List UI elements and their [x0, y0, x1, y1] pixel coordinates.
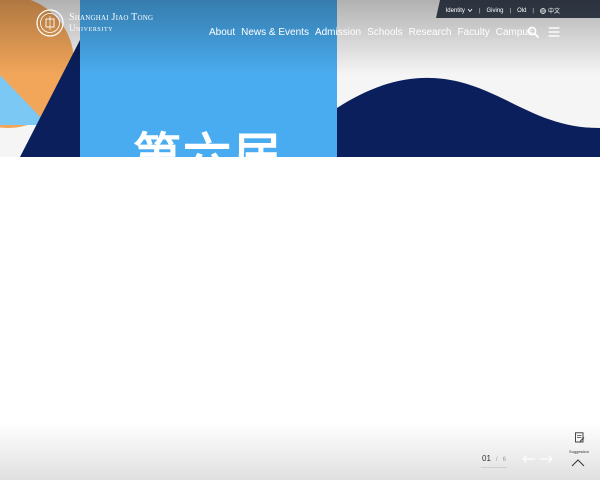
- old-site-link[interactable]: Old: [517, 8, 526, 14]
- pager-progress: [481, 467, 507, 468]
- identity-dropdown[interactable]: Identity: [446, 8, 473, 14]
- divider: |: [532, 7, 534, 14]
- divider: |: [478, 7, 481, 14]
- language-label: 中文: [547, 9, 560, 15]
- arrow-right-icon[interactable]: [539, 454, 553, 464]
- pager-current: 01: [482, 454, 491, 463]
- pager-separator: /: [495, 457, 498, 463]
- giving-link[interactable]: Giving: [487, 8, 504, 14]
- university-logo[interactable]: Shanghai Jiao Tong University: [36, 9, 153, 37]
- logo-line2: University: [69, 23, 114, 33]
- nav-schools[interactable]: Schools: [367, 27, 403, 38]
- search-icon[interactable]: [527, 26, 539, 38]
- suggestion-label: Suggestion: [568, 449, 589, 454]
- globe-icon: [540, 7, 546, 14]
- logo-wordmark: Shanghai Jiao Tong University: [69, 12, 154, 34]
- identity-label: Identity: [445, 7, 465, 14]
- main-nav: About News & Events Admission Schools Re…: [209, 27, 539, 38]
- nav-news-events[interactable]: News & Events: [241, 27, 309, 38]
- slide-pager: 01 / 6: [482, 454, 506, 463]
- language-switch[interactable]: 中文: [540, 6, 560, 15]
- nav-faculty[interactable]: Faculty: [457, 27, 489, 38]
- nav-about[interactable]: About: [209, 27, 235, 38]
- menu-icon[interactable]: [548, 26, 560, 38]
- nav-research[interactable]: Research: [409, 27, 452, 38]
- chevron-down-icon: [467, 8, 473, 13]
- suggestion-icon: [574, 432, 584, 443]
- logo-line1: Shanghai Jiao Tong: [69, 12, 154, 23]
- arrow-left-icon[interactable]: [522, 454, 536, 464]
- hero-title: 第六届: [133, 128, 284, 157]
- suggestion-button[interactable]: Suggestion: [566, 430, 592, 454]
- utility-bar: Identity | Giving | Old | 中文: [446, 6, 560, 16]
- divider: |: [509, 7, 512, 14]
- nav-admission[interactable]: Admission: [315, 27, 361, 38]
- bottom-shade: [0, 422, 600, 480]
- seal-icon: [36, 9, 64, 37]
- pager-total: 6: [502, 457, 506, 463]
- chevron-up-icon[interactable]: [571, 458, 585, 467]
